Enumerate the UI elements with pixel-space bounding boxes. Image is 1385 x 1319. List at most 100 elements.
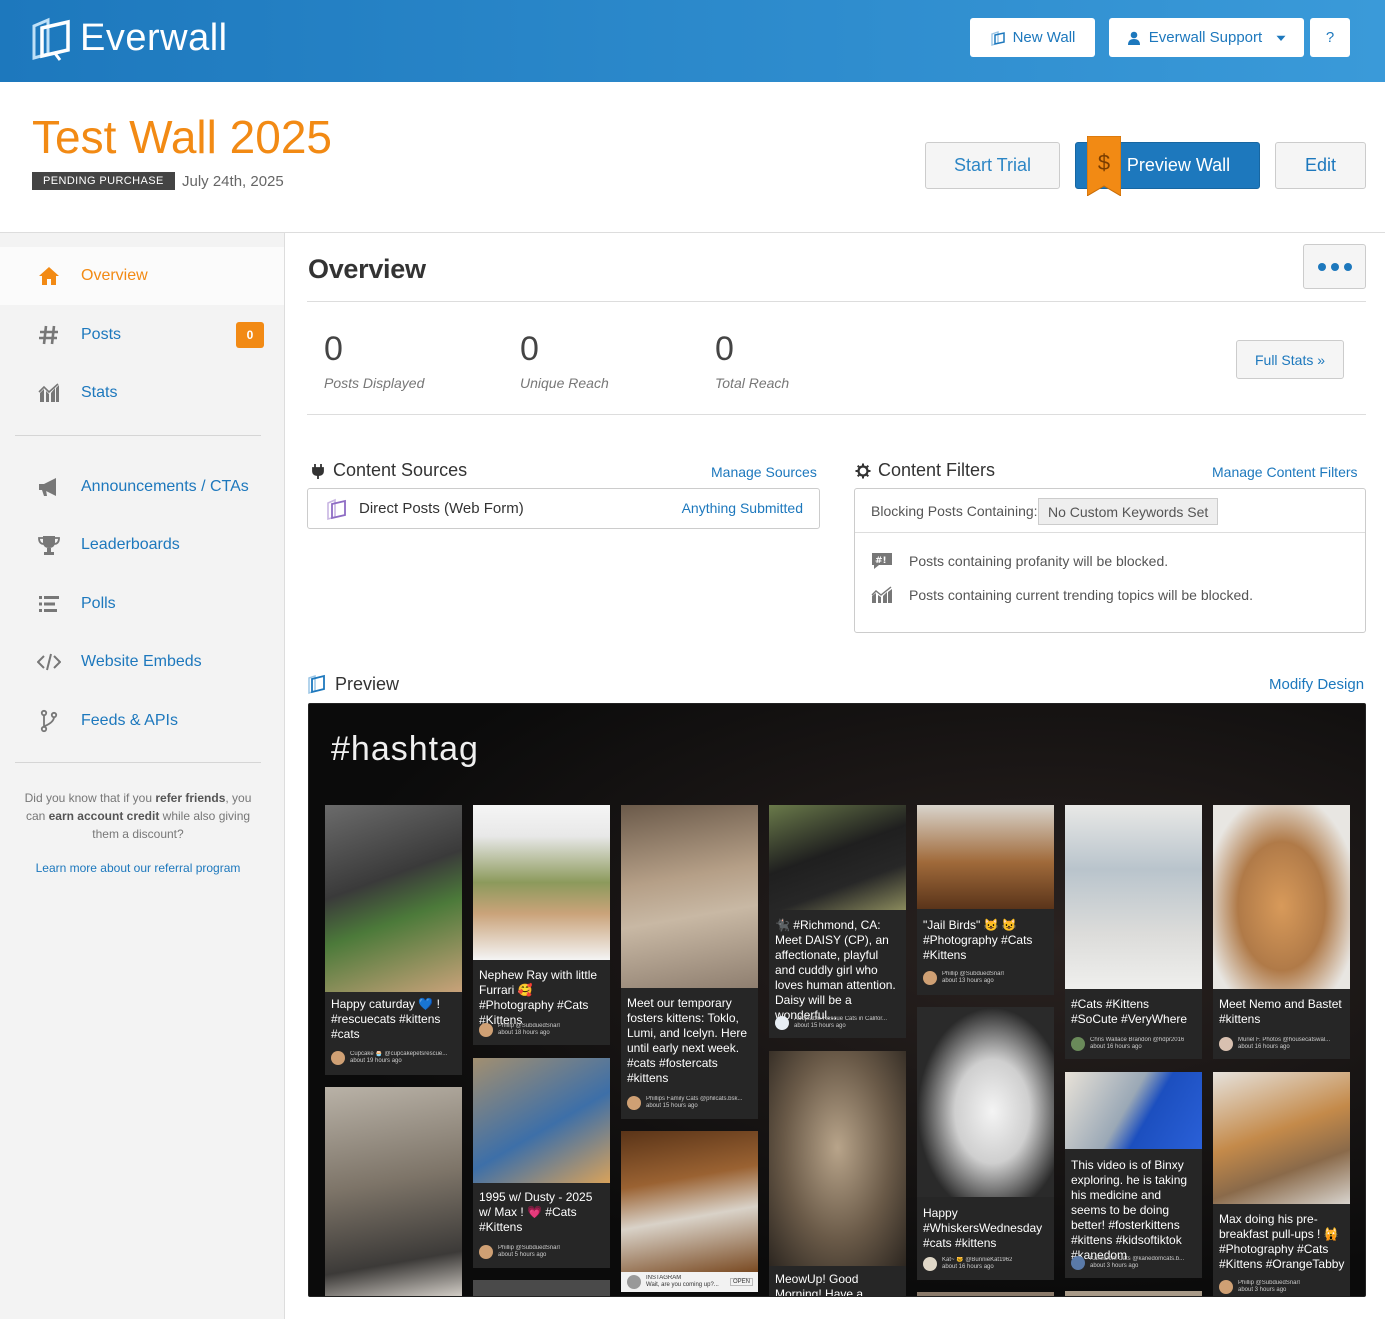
post-card[interactable]: #Cats #Kittens #SoCute #VeryWhere Chris … bbox=[1065, 805, 1202, 1059]
sidebar-item-overview[interactable]: Overview bbox=[0, 247, 284, 305]
branch-icon bbox=[36, 708, 62, 734]
post-text: #Cats #Kittens #SoCute #VeryWhere bbox=[1071, 997, 1188, 1026]
plug-icon bbox=[312, 463, 324, 479]
dot-icon bbox=[1317, 262, 1326, 271]
post-image bbox=[769, 805, 906, 910]
post-image bbox=[621, 1131, 758, 1272]
post-card[interactable]: "Jail Birds" 😺 😺 #Photography #Cats #Kit… bbox=[917, 805, 1054, 995]
post-author: Muriel F. Photos @housecatswal... about 1… bbox=[1219, 1037, 1345, 1051]
avatar bbox=[331, 1051, 345, 1065]
post-author: Adoptable Rescue Cats in Califor... about… bbox=[775, 1016, 901, 1030]
sidebar-item-announcements[interactable]: Announcements / CTAs bbox=[0, 458, 284, 516]
post-card[interactable]: 🐈‍⬛ #Richmond, CA: Meet DAISY (CP), an a… bbox=[769, 805, 906, 1038]
post-author: Cupcake 🧁 @cupcakepetsrescue... about 19 … bbox=[331, 1051, 457, 1065]
sidebar-item-website-embeds[interactable]: Website Embeds bbox=[0, 633, 284, 691]
post-card[interactable]: Happy caturday 💙 ! #rescuecats #kittens … bbox=[325, 805, 462, 1075]
content-filters-panel: Blocking Posts Containing: No Custom Key… bbox=[854, 488, 1366, 633]
post-text: 🐈‍⬛ #Richmond, CA: Meet DAISY (CP), an a… bbox=[775, 918, 896, 1022]
more-options-button[interactable] bbox=[1303, 244, 1366, 289]
open-badge[interactable]: OPEN bbox=[729, 1278, 753, 1286]
post-image bbox=[473, 1280, 610, 1296]
post-card[interactable]: Meet our temporary fosters kittens: Tokl… bbox=[621, 805, 758, 1119]
referral-text: Did you know that if you bbox=[24, 791, 156, 805]
gear-icon bbox=[855, 463, 871, 478]
full-stats-button[interactable]: Full Stats » bbox=[1236, 340, 1344, 379]
post-text: Meet our temporary fosters kittens: Tokl… bbox=[627, 996, 748, 1085]
post-text: This video is of Binxy exploring. he is … bbox=[1071, 1158, 1188, 1262]
edit-label: Edit bbox=[1304, 155, 1337, 175]
list-icon bbox=[36, 591, 62, 617]
post-image bbox=[917, 805, 1054, 909]
home-icon bbox=[36, 263, 62, 289]
content-filters-heading: Content Filters bbox=[855, 460, 995, 481]
post-image bbox=[621, 805, 758, 988]
post-card[interactable]: 1995 w/ Dusty - 2025 w/ Max ! 💗 #Cats #K… bbox=[473, 1058, 610, 1268]
support-account-dropdown[interactable]: Everwall Support bbox=[1109, 18, 1304, 57]
post-card[interactable]: Happy #WhiskersWednesday #cats #kittens … bbox=[917, 1007, 1054, 1280]
preview-hashtag-title: #hashtag bbox=[331, 730, 479, 768]
profanity-filter-row: #! Posts containing profanity will be bl… bbox=[871, 552, 1168, 570]
post-card[interactable] bbox=[473, 1280, 610, 1296]
wall-preview[interactable]: #hashtag Happy caturday 💙 ! #rescuecats … bbox=[308, 703, 1366, 1297]
sidebar-item-feeds-apis[interactable]: Feeds & APIs bbox=[0, 692, 284, 750]
post-card[interactable]: Nephew Ray with little Furrari 🥰 #Photog… bbox=[473, 805, 610, 1045]
everwall-logo[interactable]: Everwall bbox=[30, 14, 228, 62]
post-time: about 16 hours ago bbox=[942, 1264, 994, 1270]
everwall-logo-icon bbox=[32, 17, 70, 61]
sidebar-item-label: Posts bbox=[81, 326, 122, 343]
modify-design-link[interactable]: Modify Design bbox=[1269, 676, 1364, 693]
post-card[interactable] bbox=[325, 1087, 462, 1296]
author-name: Phillip @SubduedSnarl bbox=[1238, 1280, 1300, 1286]
sidebar-item-posts[interactable]: Posts 0 bbox=[0, 306, 284, 364]
new-wall-button[interactable]: New Wall bbox=[970, 18, 1095, 57]
status-badge: PENDING PURCHASE bbox=[32, 172, 175, 190]
sidebar-item-label: Leaderboards bbox=[81, 536, 180, 553]
edit-button[interactable]: Edit bbox=[1275, 142, 1366, 189]
code-icon bbox=[36, 649, 62, 675]
sidebar-item-polls[interactable]: Polls bbox=[0, 575, 284, 633]
sidebar-item-stats[interactable]: Stats bbox=[0, 364, 284, 422]
help-label: ? bbox=[1325, 29, 1335, 46]
content-source-row[interactable]: Direct Posts (Web Form) Anything Submitt… bbox=[307, 488, 820, 529]
post-image bbox=[1065, 1291, 1202, 1296]
svg-text:#!: #! bbox=[875, 556, 887, 566]
source-type-link[interactable]: Anything Submitted bbox=[682, 500, 803, 516]
post-text: Wait, are you coming up?... bbox=[646, 1282, 719, 1288]
post-text: Max doing his pre-breakfast pull-ups ! 🙀… bbox=[1219, 1212, 1345, 1271]
post-card[interactable] bbox=[1065, 1291, 1202, 1296]
posts-count-badge: 0 bbox=[236, 322, 264, 348]
dollar-ribbon-icon: $ bbox=[1086, 135, 1122, 197]
everwall-preview-icon bbox=[308, 674, 325, 695]
post-author: Phillip @SubduedSnarl about 5 hours ago bbox=[479, 1245, 605, 1259]
manage-sources-link[interactable]: Manage Sources bbox=[711, 464, 817, 480]
author-name: Phillip @SubduedSnarl bbox=[498, 1245, 560, 1251]
post-card[interactable]: This video is of Binxy exploring. he is … bbox=[1065, 1072, 1202, 1278]
post-card[interactable]: MeowUp! Good Morning! Have a bbox=[769, 1051, 906, 1296]
post-card[interactable] bbox=[917, 1292, 1054, 1296]
stat-value: 0 bbox=[324, 330, 343, 368]
post-text: Happy caturday 💙 ! #rescuecats #kittens … bbox=[331, 997, 441, 1041]
post-text: 1995 w/ Dusty - 2025 w/ Max ! 💗 #Cats #K… bbox=[479, 1190, 593, 1234]
post-card[interactable]: INSTAGRAM Wait, are you coming up?... OPEN bbox=[621, 1131, 758, 1292]
profanity-icon: #! bbox=[872, 553, 892, 569]
post-image bbox=[1065, 805, 1202, 989]
sidebar-item-label: Website Embeds bbox=[81, 653, 202, 670]
sidebar-divider bbox=[15, 762, 261, 763]
post-image bbox=[769, 1051, 906, 1266]
wall-icon bbox=[990, 30, 1005, 46]
author-name: Phillip @SubduedSnarl bbox=[942, 971, 1004, 977]
referral-program-link[interactable]: Learn more about our referral program bbox=[22, 861, 254, 875]
support-account-label: Everwall Support bbox=[1148, 29, 1263, 46]
sidebar-item-leaderboards[interactable]: Leaderboards bbox=[0, 516, 284, 574]
post-time: about 15 hours ago bbox=[646, 1103, 698, 1109]
post-image bbox=[325, 805, 462, 992]
manage-content-filters-link[interactable]: Manage Content Filters bbox=[1212, 464, 1358, 480]
post-time: about 3 hours ago bbox=[1238, 1287, 1287, 1293]
help-button[interactable]: ? bbox=[1310, 18, 1350, 57]
post-card[interactable]: Max doing his pre-breakfast pull-ups ! 🙀… bbox=[1213, 1072, 1350, 1296]
post-card[interactable]: Meet Nemo and Bastet #kittens Muriel F. … bbox=[1213, 805, 1350, 1059]
stat-value: 0 bbox=[715, 330, 734, 368]
post-image bbox=[325, 1087, 462, 1296]
avatar bbox=[1219, 1037, 1233, 1051]
start-trial-button[interactable]: Start Trial bbox=[925, 142, 1060, 189]
